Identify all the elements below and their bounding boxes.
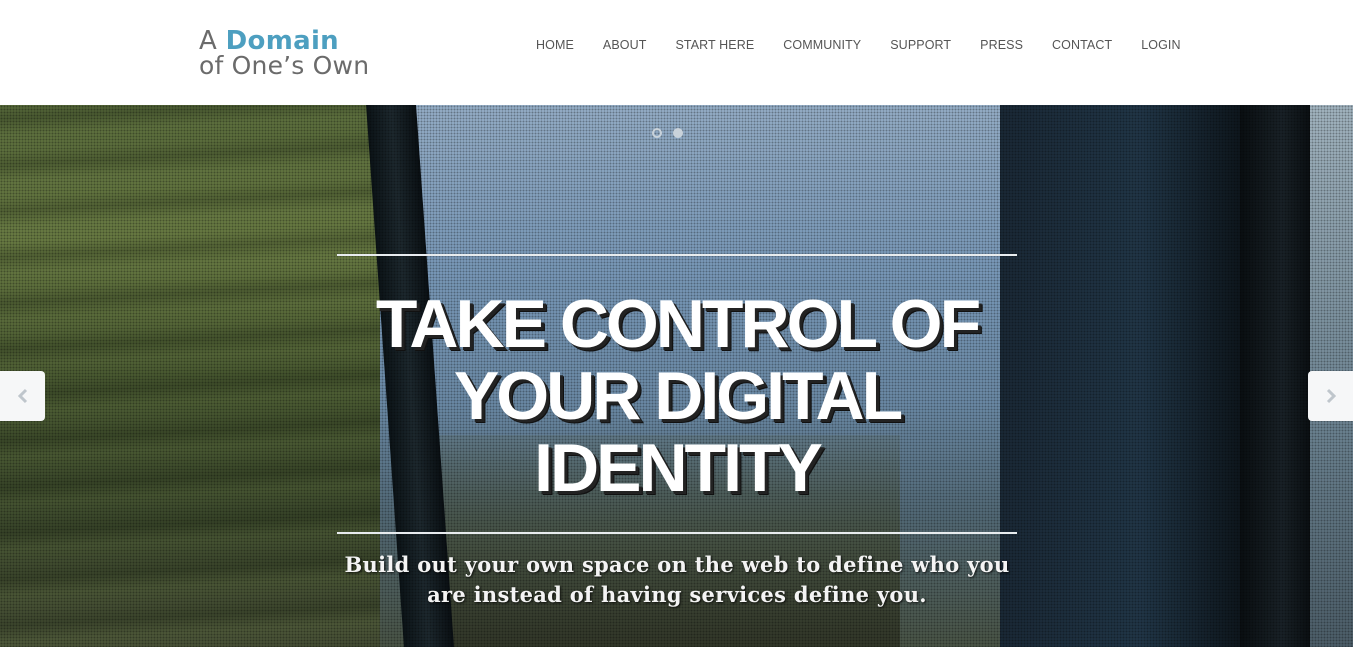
headline-line-3: IDENTITY <box>534 430 823 506</box>
nav-login[interactable]: LOGIN <box>1141 38 1180 52</box>
chevron-right-icon <box>1326 388 1336 404</box>
slider-dot-1[interactable] <box>652 128 662 138</box>
hero-subheadline: Build out your own space on the web to d… <box>337 550 1017 610</box>
headline-rule-top <box>337 254 1017 256</box>
nav-about[interactable]: ABOUT <box>603 38 647 52</box>
subline-line-2: are instead of having services define yo… <box>427 582 927 607</box>
headline-line-2: YOUR DIGITAL <box>453 358 903 434</box>
headline-line-1: TAKE CONTROL OF <box>375 286 981 362</box>
nav-contact[interactable]: CONTACT <box>1052 38 1112 52</box>
site-header: A Domain of One’s Own HOME ABOUT START H… <box>0 0 1353 105</box>
nav-community[interactable]: COMMUNITY <box>783 38 861 52</box>
chevron-left-icon <box>17 388 27 404</box>
main-nav: HOME ABOUT START HERE COMMUNITY SUPPORT … <box>536 38 1181 52</box>
nav-home[interactable]: HOME <box>536 38 574 52</box>
slider-next-button[interactable] <box>1308 371 1353 421</box>
site-logo[interactable]: A Domain of One’s Own <box>199 28 369 78</box>
slider-pager <box>652 128 683 138</box>
nav-start-here[interactable]: START HERE <box>675 38 754 52</box>
slider-prev-button[interactable] <box>0 371 45 421</box>
nav-press[interactable]: PRESS <box>980 38 1023 52</box>
headline-rule-bottom <box>337 532 1017 534</box>
slider-dot-2[interactable] <box>673 128 683 138</box>
hero-headline: TAKE CONTROL OF YOUR DIGITAL IDENTITY <box>337 288 1017 504</box>
subline-line-1: Build out your own space on the web to d… <box>344 552 1010 577</box>
nav-support[interactable]: SUPPORT <box>890 38 951 52</box>
logo-line-2: of One’s Own <box>199 51 370 80</box>
hero-slider: TAKE CONTROL OF YOUR DIGITAL IDENTITY Bu… <box>0 105 1353 647</box>
